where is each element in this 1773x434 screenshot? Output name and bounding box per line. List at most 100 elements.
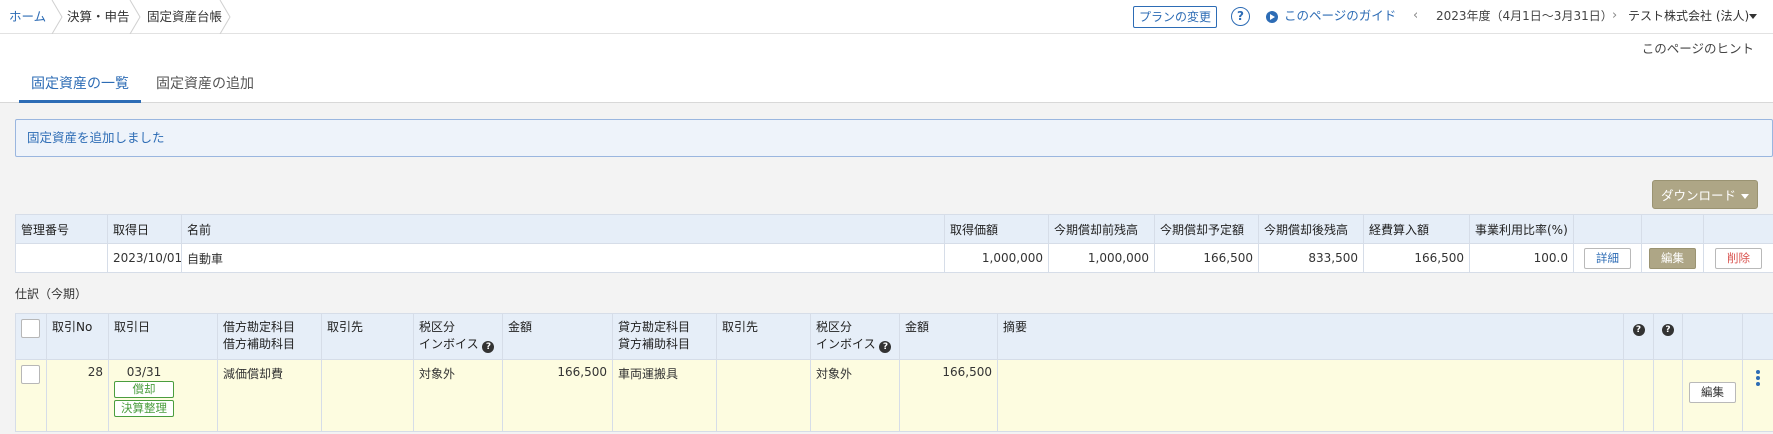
- chevron-left-icon[interactable]: ‹: [1413, 0, 1418, 32]
- breadcrumb-settlement[interactable]: 決算・申告: [67, 0, 130, 34]
- cell-debit-partner: [321, 359, 414, 432]
- cell-menu: [1742, 359, 1773, 432]
- col-name: 名前: [181, 214, 945, 244]
- journal-section-title: 仕訳（今期）: [15, 287, 88, 301]
- col-credit-amount: 金額: [899, 313, 998, 360]
- cell-name: 自動車: [181, 243, 945, 273]
- detail-button[interactable]: 詳細: [1584, 247, 1631, 269]
- fiscal-year[interactable]: 2023年度（4月1日〜3月31日）: [1436, 0, 1613, 32]
- tab-asset-list[interactable]: 固定資産の一覧: [19, 66, 141, 103]
- cell-debit-account[interactable]: 減価償却費: [217, 359, 322, 432]
- help-icon[interactable]: ?: [1231, 7, 1250, 26]
- col-credit-partner: 取引先: [716, 313, 811, 360]
- question-icon[interactable]: ?: [1632, 324, 1645, 336]
- cell-credit-amount: 166,500: [899, 359, 998, 432]
- col-debit-amount: 金額: [502, 313, 613, 360]
- tab-bar: 固定資産の一覧 固定資産の追加: [0, 66, 1773, 103]
- row-checkbox[interactable]: [21, 365, 40, 384]
- breadcrumb-separator-icon: [50, 0, 64, 34]
- col-post-balance: 今期償却後残高: [1258, 214, 1364, 244]
- cell-ratio: 100.0: [1469, 243, 1574, 273]
- breadcrumb-separator-icon: [128, 0, 142, 34]
- debit-invoice-label: インボイス: [419, 337, 479, 351]
- col-debit-partner: 取引先: [321, 313, 414, 360]
- debit-account-label: 借方勘定科目: [223, 320, 296, 334]
- table-row: 2023/10/01 自動車 1,000,000 1,000,000 166,5…: [15, 243, 1773, 273]
- delete-button[interactable]: 削除: [1715, 247, 1762, 269]
- col-credit-tax: 税区分 インボイス ?: [810, 313, 900, 360]
- cell-select: [15, 359, 47, 432]
- cell-expense: 166,500: [1363, 243, 1470, 273]
- col-debit-account: 借方勘定科目 借方補助科目: [217, 313, 322, 360]
- company-selector[interactable]: テスト株式会社 (法人): [1628, 0, 1749, 32]
- col-no: 取引No: [46, 313, 109, 360]
- cell-help-2: [1653, 359, 1683, 432]
- breadcrumb-home[interactable]: ホーム: [9, 0, 46, 34]
- cell-help-1: [1623, 359, 1654, 432]
- col-depreciation: 今期償却予定額: [1154, 214, 1259, 244]
- cell-edit: 編集: [1682, 359, 1743, 432]
- col-id: 管理番号: [15, 214, 108, 244]
- journal-table: 取引No 取引日 借方勘定科目 借方補助科目 取引先 税区分 インボイス ? 金額 …: [15, 313, 1773, 432]
- select-all-checkbox[interactable]: [21, 319, 40, 338]
- asset-table: 管理番号 取得日 名前 取得価額 今期償却前残高 今期償却予定額 今期償却後残高…: [15, 214, 1773, 273]
- download-button[interactable]: ダウンロード: [1652, 180, 1758, 209]
- question-icon[interactable]: ?: [482, 341, 495, 353]
- cell-prior-balance: 1,000,000: [1048, 243, 1155, 273]
- col-date: 取引日: [108, 313, 218, 360]
- cell-memo: [997, 359, 1624, 432]
- breadcrumb-separator-icon: [218, 0, 232, 34]
- table-row: 28 03/31 償却 決算整理 減価償却費 対象外 166,500 車両運搬具…: [15, 359, 1773, 432]
- journal-date: 03/31: [126, 365, 162, 379]
- asset-header-row: 管理番号 取得日 名前 取得価額 今期償却前残高 今期償却予定額 今期償却後残高…: [15, 214, 1773, 244]
- tag-depreciation[interactable]: 償却: [114, 381, 174, 398]
- kebab-menu-icon[interactable]: [1756, 370, 1760, 388]
- breadcrumb-current: 固定資産台帳: [147, 9, 223, 24]
- cell-delete: 削除: [1703, 243, 1773, 273]
- col-action: [1682, 313, 1743, 360]
- cell-credit-partner: [716, 359, 811, 432]
- cell-date: 03/31 償却 決算整理: [108, 359, 218, 432]
- col-action-detail: [1573, 214, 1642, 244]
- debit-tax-label: 税区分: [419, 320, 456, 334]
- edit-button[interactable]: 編集: [1649, 247, 1696, 269]
- top-bar: ホーム 決算・申告 固定資産台帳 プランの変更 ? このページのガイド ‹ 20…: [0, 0, 1773, 34]
- cell-debit-tax: 対象外: [413, 359, 503, 432]
- cell-date: 2023/10/01: [107, 243, 182, 273]
- credit-account-label: 貸方勘定科目: [618, 320, 691, 334]
- cell-post-balance: 833,500: [1258, 243, 1364, 273]
- success-notice: 固定資産を追加しました: [15, 119, 1773, 157]
- edit-button[interactable]: 編集: [1689, 382, 1736, 403]
- col-action-edit: [1641, 214, 1704, 244]
- question-icon[interactable]: ?: [879, 341, 892, 353]
- cell-debit-amount: 166,500: [502, 359, 613, 432]
- col-credit-account: 貸方勘定科目 貸方補助科目: [612, 313, 717, 360]
- tab-asset-add[interactable]: 固定資産の追加: [150, 66, 260, 103]
- col-acquire: 取得価額: [944, 214, 1049, 244]
- plan-change-button[interactable]: プランの変更: [1133, 6, 1217, 28]
- question-icon[interactable]: ?: [1662, 324, 1674, 336]
- play-icon: [1266, 11, 1278, 23]
- col-menu: [1742, 313, 1773, 360]
- page-guide-link[interactable]: このページのガイド: [1284, 0, 1396, 32]
- col-date: 取得日: [107, 214, 182, 244]
- cell-credit-tax: 対象外: [810, 359, 900, 432]
- col-debit-tax: 税区分インボイス ?: [413, 313, 503, 360]
- download-label: ダウンロード: [1660, 188, 1736, 203]
- cell-depreciation: 166,500: [1154, 243, 1259, 273]
- tag-closing[interactable]: 決算整理: [114, 400, 174, 417]
- col-prior-balance: 今期償却前残高: [1048, 214, 1155, 244]
- col-select: [15, 313, 47, 360]
- caret-down-icon: [1741, 194, 1749, 199]
- cell-credit-account[interactable]: 車両運搬具: [612, 359, 717, 432]
- col-expense: 経費算入額: [1363, 214, 1470, 244]
- chevron-right-icon[interactable]: ›: [1612, 0, 1617, 32]
- cell-id: [15, 243, 108, 273]
- cell-edit: 編集: [1641, 243, 1704, 273]
- page-hint-link[interactable]: このページのヒント: [1642, 38, 1754, 60]
- caret-down-icon: [1749, 14, 1757, 19]
- cell-detail: 詳細: [1573, 243, 1642, 273]
- credit-sub-label: 貸方補助科目: [618, 337, 691, 351]
- cell-acquire: 1,000,000: [944, 243, 1049, 273]
- journal-header-row: 取引No 取引日 借方勘定科目 借方補助科目 取引先 税区分 インボイス ? 金額 …: [15, 313, 1773, 360]
